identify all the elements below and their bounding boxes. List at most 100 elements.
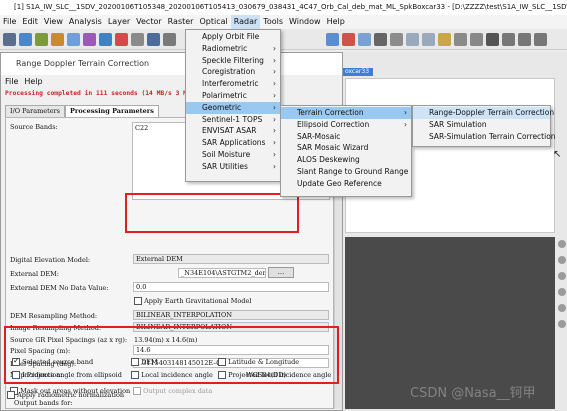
menu-raster[interactable]: Raster: [165, 15, 197, 29]
menu-help[interactable]: Help: [324, 15, 348, 29]
product-tab[interactable]: oxcar33: [343, 68, 373, 76]
draw-polygon-icon[interactable]: [534, 32, 547, 46]
geo-slant-to-ground[interactable]: Slant Range to Ground Range: [281, 166, 411, 178]
output-bands-label: Output bands for:: [14, 399, 73, 407]
sync-icon[interactable]: [558, 320, 566, 328]
complex-checkbox[interactable]: [133, 387, 141, 395]
external-dem-path[interactable]: _N34E104\ASTGTM2_dem.tif: [178, 268, 266, 278]
menu-file[interactable]: File: [0, 15, 19, 29]
menu-tools[interactable]: Tools: [260, 15, 286, 29]
menu-edit[interactable]: Edit: [19, 15, 41, 29]
tc-range-doppler[interactable]: Range-Doppler Terrain Correction: [413, 107, 554, 119]
menu-view[interactable]: View: [41, 15, 66, 29]
profile-plot-icon[interactable]: [390, 32, 403, 46]
tab-io-parameters[interactable]: I/O Parameters: [5, 105, 66, 117]
layer-manager-icon[interactable]: [147, 32, 160, 46]
egm-label: Apply Earth Gravitational Model: [144, 297, 252, 305]
dialog-menu-help[interactable]: Help: [24, 75, 42, 88]
radar-sentinel1-tops[interactable]: Sentinel-1 TOPS ›: [186, 114, 280, 126]
sum-icon[interactable]: [374, 32, 387, 46]
radar-envisat-asar[interactable]: ENVISAT ASAR ›: [186, 125, 280, 137]
radar-interferometric[interactable]: Interferometric ›: [186, 78, 280, 90]
geo-alos-deskewing[interactable]: ALOS Deskewing: [281, 154, 411, 166]
main-toolbar: [0, 29, 567, 50]
external-dem-label: External DEM:: [10, 270, 59, 278]
gcp-manager-icon[interactable]: [115, 32, 128, 46]
geo-sar-mosaic[interactable]: SAR-Mosaic: [281, 131, 411, 143]
gcp-icon[interactable]: [454, 32, 467, 46]
menu-layer[interactable]: Layer: [105, 15, 133, 29]
draw-rect-icon[interactable]: [518, 32, 531, 46]
radar-menu: Apply Orbit File Radiometric › Speckle Fi…: [185, 29, 281, 182]
pin-icon[interactable]: [438, 32, 451, 46]
geo-update-georef[interactable]: Update Geo Reference: [281, 178, 411, 190]
world-map-icon[interactable]: [131, 32, 144, 46]
nodata-input[interactable]: 0.0: [133, 282, 329, 292]
zoom-out-icon[interactable]: [558, 256, 566, 264]
radar-sar-utilities[interactable]: SAR Utilities ›: [186, 161, 280, 173]
radar-coregistration[interactable]: Coregistration ›: [186, 66, 280, 78]
watermark: CSDN @Nasa__钶甲: [410, 386, 536, 401]
pin-manager-icon[interactable]: [99, 32, 112, 46]
geo-ellipsoid-correction[interactable]: Ellipsoid Correction ›: [281, 119, 411, 131]
menu-window[interactable]: Window: [286, 15, 324, 29]
dem-select[interactable]: External DEM: [133, 254, 329, 264]
dem-highlight-box: [125, 193, 299, 233]
nodata-label: External DEM No Data Value:: [10, 284, 109, 292]
status-message: Processing completed in 111 seconds (14 …: [5, 90, 218, 97]
radiometric-option: Apply radiometric normalization: [7, 391, 124, 399]
zoom-data-icon[interactable]: [558, 288, 566, 296]
radar-polarimetric[interactable]: Polarimetric ›: [186, 90, 280, 102]
radar-speckle[interactable]: Speckle Filtering ›: [186, 55, 280, 67]
complex-label: Output complex data: [143, 387, 213, 395]
new-product-icon[interactable]: [3, 32, 16, 46]
output-bands-highlight-box: [4, 326, 339, 384]
tc-sar-simulation[interactable]: SAR Simulation: [413, 119, 550, 131]
radar-geometric[interactable]: Geometric ›: [186, 101, 280, 114]
radiometric-checkbox[interactable]: [7, 391, 15, 399]
source-bands-label: Source Bands:: [10, 123, 58, 131]
save-product-icon[interactable]: [35, 32, 48, 46]
zoom-in-icon[interactable]: [558, 240, 566, 248]
egm-checkbox[interactable]: [134, 297, 142, 305]
browse-button[interactable]: ...: [268, 267, 294, 278]
dem-resampling-label: DEM Resampling Method:: [10, 312, 98, 320]
dem-label: Digital Elevation Model:: [10, 256, 91, 264]
dialog-menu-bar: File Help: [1, 75, 342, 88]
menu-radar[interactable]: Radar: [230, 15, 261, 29]
batch-processing-icon[interactable]: [67, 32, 80, 46]
dialog-menu-file[interactable]: File: [5, 75, 18, 88]
menu-vector[interactable]: Vector: [133, 15, 165, 29]
scatter-plot-icon[interactable]: [358, 32, 371, 46]
radar-apply-orbit[interactable]: Apply Orbit File: [186, 31, 280, 43]
egm-option: Apply Earth Gravitational Model: [134, 297, 251, 305]
menu-optical[interactable]: Optical: [196, 15, 230, 29]
select-tool-icon[interactable]: [486, 32, 499, 46]
radiometric-label: Apply radiometric normalization: [17, 391, 125, 399]
draw-line-icon[interactable]: [502, 32, 515, 46]
tc-sar-sim-terrain[interactable]: SAR-Simulation Terrain Correction: [413, 131, 556, 143]
terrain-correction-submenu: Range-Doppler Terrain Correction SAR Sim…: [412, 105, 556, 147]
geo-terrain-correction[interactable]: Terrain Correction ›: [281, 107, 411, 119]
range-finder-icon[interactable]: [470, 32, 483, 46]
graph-builder-icon[interactable]: [51, 32, 64, 46]
radar-radiometric[interactable]: Radiometric ›: [186, 43, 280, 55]
open-product-icon[interactable]: [19, 32, 32, 46]
histogram-icon[interactable]: [326, 32, 339, 46]
zoom-all-icon[interactable]: [558, 272, 566, 280]
geo-sar-mosaic-wizard[interactable]: SAR Mosaic Wizard: [281, 142, 411, 154]
pan-icon[interactable]: [558, 304, 566, 312]
statistics-icon[interactable]: [342, 32, 355, 46]
menu-analysis[interactable]: Analysis: [66, 15, 105, 29]
radar-soil-moisture[interactable]: Soil Moisture ›: [186, 149, 280, 161]
grid-icon[interactable]: [406, 32, 419, 46]
settings-icon[interactable]: [163, 32, 176, 46]
nav-tool-strip: [557, 238, 567, 408]
grid2-icon[interactable]: [422, 32, 435, 46]
tab-processing-parameters[interactable]: Processing Parameters: [65, 105, 159, 117]
complex-option: Output complex data: [133, 387, 212, 395]
band-maths-icon[interactable]: [83, 32, 96, 46]
radar-sar-applications[interactable]: SAR Applications ›: [186, 137, 280, 149]
mouse-cursor-icon: ↖: [553, 149, 562, 160]
dem-resampling-select[interactable]: BILINEAR_INTERPOLATION: [133, 310, 329, 320]
